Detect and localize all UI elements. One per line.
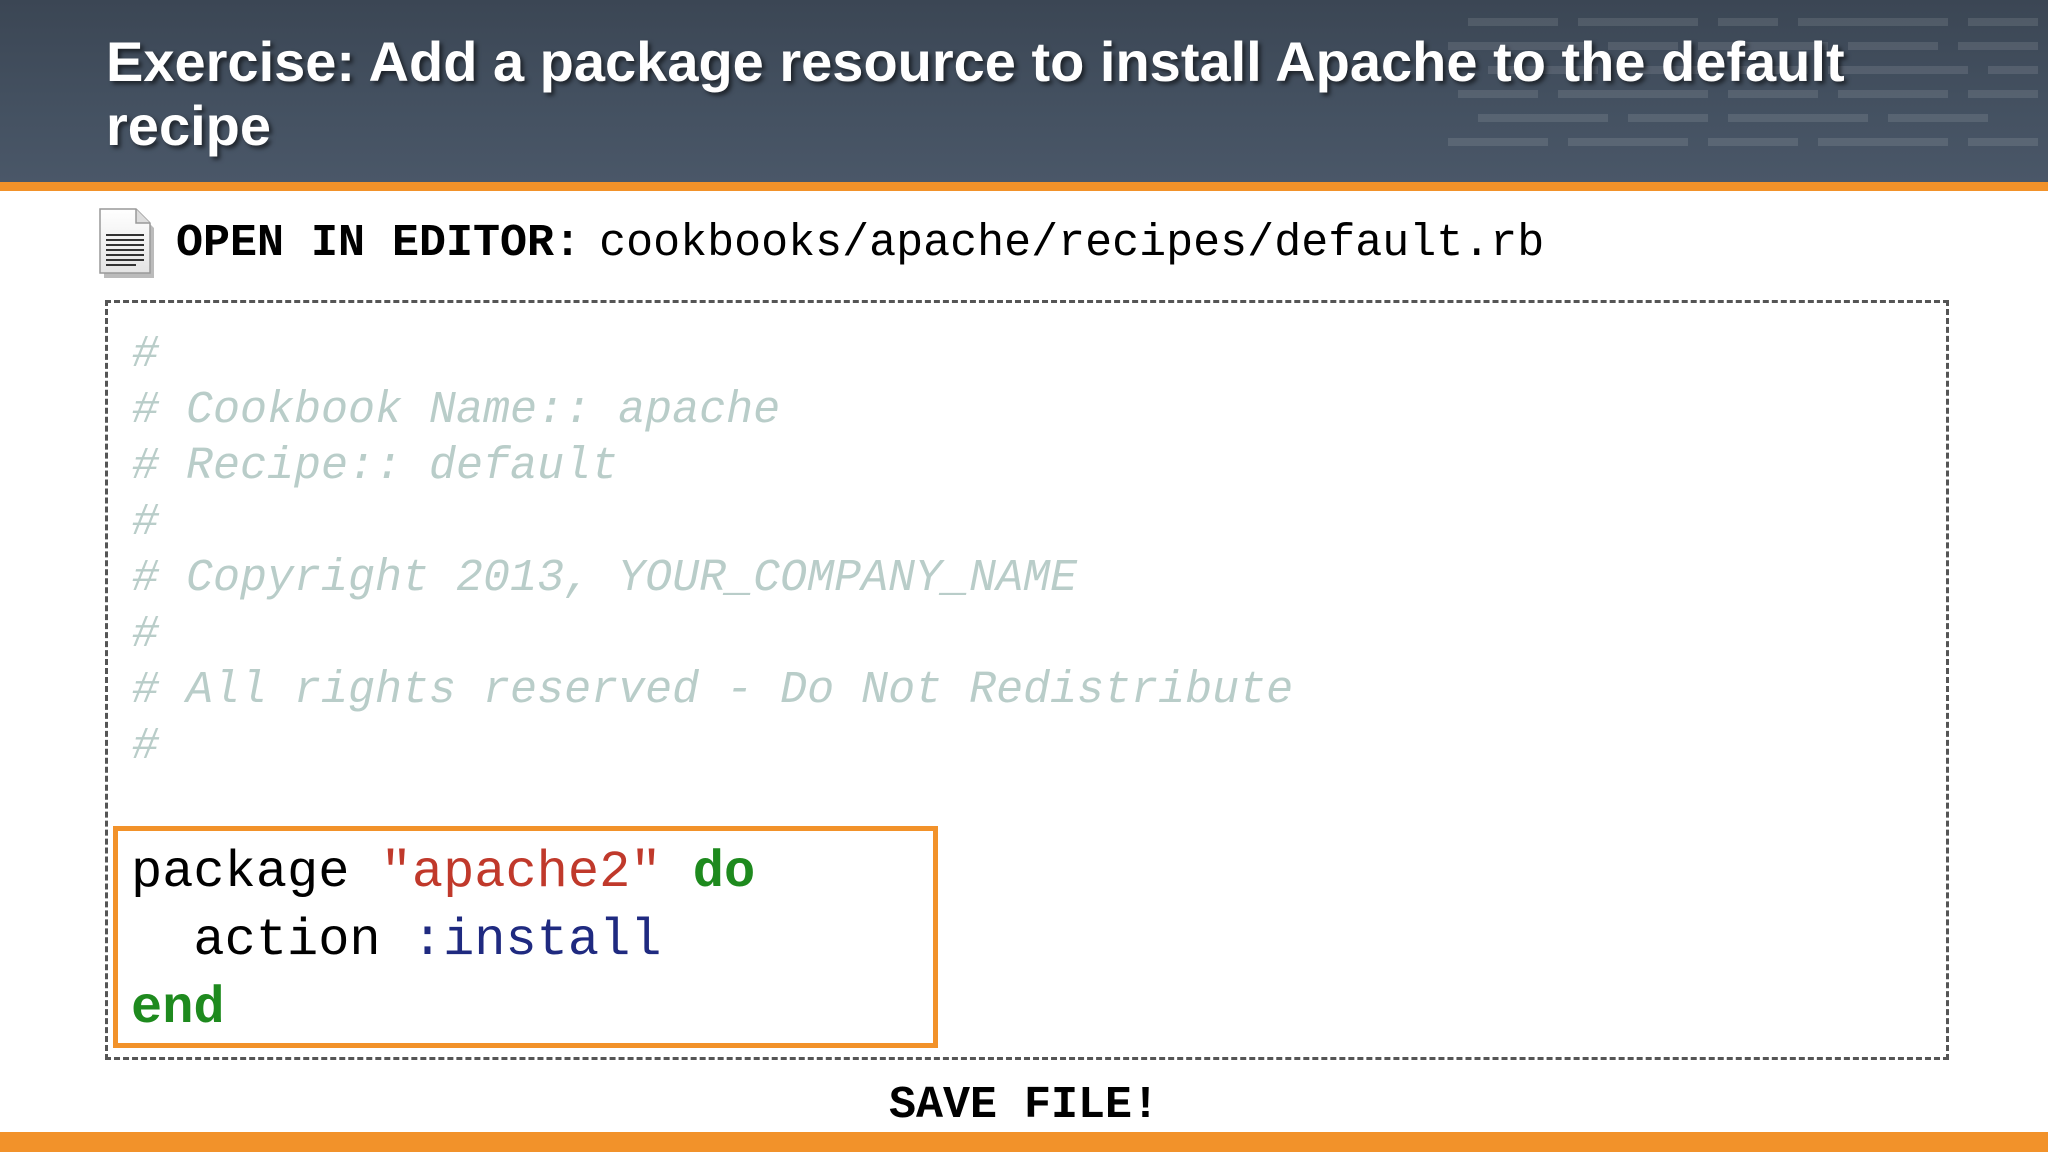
install-symbol: :install xyxy=(411,911,662,970)
action-method: action xyxy=(131,911,381,970)
code-line-end: end xyxy=(131,975,755,1043)
open-in-editor-label: OPEN IN EDITOR: xyxy=(176,217,582,269)
package-name-string: "apache2" xyxy=(380,843,662,902)
comment-line: # xyxy=(132,497,160,548)
code-line-action: action :install xyxy=(131,907,755,975)
comment-line: # xyxy=(132,721,160,772)
comment-block: # # Cookbook Name:: apache # Recipe:: de… xyxy=(132,327,1293,775)
file-path: cookbooks/apache/recipes/default.rb xyxy=(599,217,1545,269)
header-accent-stripe xyxy=(0,182,2048,191)
slide-title: Exercise: Add a package resource to inst… xyxy=(106,30,1845,157)
end-keyword: end xyxy=(131,979,225,1038)
code-lines: package "apache2" do action :install end xyxy=(131,839,755,1043)
code-line-package: package "apache2" do xyxy=(131,839,755,907)
open-in-editor-row: OPEN IN EDITOR: cookbooks/apache/recipes… xyxy=(96,203,1544,283)
comment-line: # Copyright 2013, YOUR_COMPANY_NAME xyxy=(132,553,1078,604)
comment-line: # Cookbook Name:: apache xyxy=(132,385,781,436)
footer-accent-stripe xyxy=(0,1132,2048,1152)
document-icon xyxy=(99,208,154,278)
package-keyword: package xyxy=(131,843,350,902)
highlighted-code-block: package "apache2" do action :install end xyxy=(113,826,938,1048)
comment-line: # All rights reserved - Do Not Redistrib… xyxy=(132,665,1294,716)
comment-line: # xyxy=(132,609,160,660)
comment-line: # Recipe:: default xyxy=(132,441,619,492)
slide: Exercise: Add a package resource to inst… xyxy=(0,0,2048,1152)
do-keyword: do xyxy=(692,843,756,902)
header-bar: Exercise: Add a package resource to inst… xyxy=(0,0,2048,182)
save-file-label: SAVE FILE! xyxy=(888,1080,1160,1131)
comment-line: # xyxy=(132,329,160,380)
editor-panel: # # Cookbook Name:: apache # Recipe:: de… xyxy=(105,300,1949,1060)
